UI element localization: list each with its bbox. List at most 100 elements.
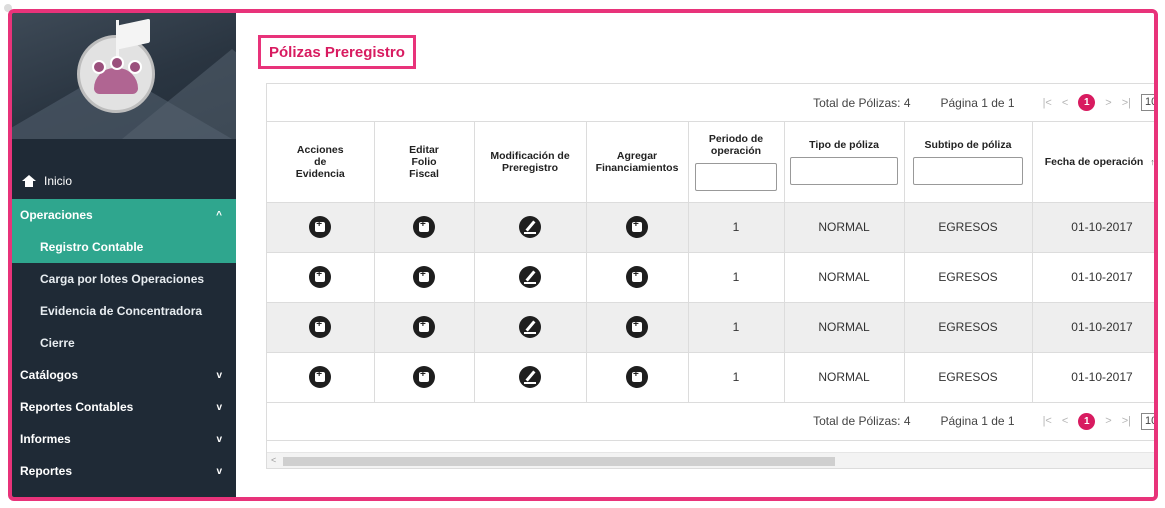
- cell-periodo: 1: [688, 202, 785, 253]
- sidebar: Inicio Operaciones ^ Registro Contable C…: [12, 13, 236, 497]
- column-header-editar-folio: Editar Folio Fiscal: [374, 122, 475, 203]
- cell-subtipo: EGRESOS: [904, 352, 1033, 403]
- main-content: Pólizas Preregistro Total de Pólizas: 4 …: [236, 13, 1154, 497]
- column-header-financiamientos: Agregar Financiamientos: [586, 122, 689, 203]
- sidebar-group-label: Reportes Contables: [20, 400, 134, 414]
- sidebar-item-inicio[interactable]: Inicio: [12, 163, 236, 199]
- sidebar-group-catalogos[interactable]: Catálogos v: [12, 359, 236, 391]
- sidebar-group-label: Operaciones: [20, 208, 93, 222]
- cell-subtipo: EGRESOS: [904, 252, 1033, 303]
- pager-bottom: Total de Pólizas: 4 Página 1 de 1 |< < 1…: [267, 403, 1154, 441]
- last-page-button[interactable]: >|: [1122, 97, 1131, 109]
- page-title: Pólizas Preregistro: [258, 35, 416, 69]
- cell-fecha: 01-10-2017: [1032, 302, 1154, 353]
- evidence-action-icon[interactable]: [309, 366, 332, 388]
- cell-tipo: NORMAL: [784, 202, 905, 253]
- chevron-down-icon: v: [216, 465, 222, 477]
- chevron-down-icon: v: [216, 433, 222, 445]
- cell-periodo: 1: [688, 302, 785, 353]
- logo-banner: [12, 13, 236, 139]
- highlight-frame: Inicio Operaciones ^ Registro Contable C…: [8, 9, 1158, 501]
- evidence-action-icon[interactable]: [309, 316, 332, 338]
- sidebar-group-reportes-contables[interactable]: Reportes Contables v: [12, 391, 236, 423]
- sidebar-item-cierre[interactable]: Cierre: [12, 327, 236, 359]
- table-row: 1 NORMAL EGRESOS 01-10-2017: [267, 252, 1154, 303]
- page-indicator: Página 1 de 1: [940, 414, 1015, 428]
- add-financing-icon[interactable]: [626, 216, 648, 238]
- column-header-subtipo: Subtipo de póliza: [904, 122, 1033, 203]
- cell-subtipo: EGRESOS: [904, 302, 1033, 353]
- page-size-select[interactable]: 10: [1141, 412, 1154, 430]
- cell-subtipo: EGRESOS: [904, 202, 1033, 253]
- add-financing-icon[interactable]: [626, 266, 648, 288]
- cell-fecha: 01-10-2017: [1032, 352, 1154, 403]
- sidebar-group-label: Catálogos: [20, 368, 79, 382]
- edit-pencil-icon[interactable]: [519, 316, 541, 338]
- total-count: Total de Pólizas: 4: [813, 414, 911, 428]
- sidebar-group-label: Informes: [20, 432, 71, 446]
- column-header-tipo: Tipo de póliza: [784, 122, 905, 203]
- cell-fecha: 01-10-2017: [1032, 202, 1154, 253]
- cell-tipo: NORMAL: [784, 302, 905, 353]
- edit-pencil-icon[interactable]: [519, 366, 541, 388]
- sidebar-item-registro-contable[interactable]: Registro Contable: [12, 231, 236, 263]
- prev-page-button[interactable]: <: [1062, 415, 1068, 427]
- sidebar-group-label: Reportes: [20, 464, 73, 478]
- total-count: Total de Pólizas: 4: [813, 95, 911, 110]
- edit-folio-icon[interactable]: [413, 366, 435, 388]
- next-page-button[interactable]: >: [1105, 415, 1111, 427]
- sidebar-item-evidencia-concentradora[interactable]: Evidencia de Concentradora: [12, 295, 236, 327]
- chevron-up-icon: ^: [216, 209, 222, 221]
- cell-tipo: NORMAL: [784, 352, 905, 403]
- first-page-button[interactable]: |<: [1043, 97, 1052, 109]
- edit-pencil-icon[interactable]: [519, 266, 541, 288]
- sidebar-group-operaciones[interactable]: Operaciones ^: [12, 199, 236, 231]
- evidence-action-icon[interactable]: [309, 216, 332, 238]
- scroll-left-icon[interactable]: <: [271, 455, 276, 465]
- polizas-table: Acciones de Evidencia Editar Folio Fisca…: [267, 122, 1154, 403]
- sidebar-group-informes[interactable]: Informes v: [12, 423, 236, 455]
- column-header-acciones-evidencia: Acciones de Evidencia: [267, 122, 375, 203]
- sidebar-group-reportes[interactable]: Reportes v: [12, 455, 236, 487]
- tipo-filter-input[interactable]: [790, 156, 898, 185]
- sidebar-nav: Inicio Operaciones ^ Registro Contable C…: [12, 163, 236, 487]
- first-page-button[interactable]: |<: [1043, 415, 1052, 427]
- cell-periodo: 1: [688, 252, 785, 303]
- edit-pencil-icon[interactable]: [519, 216, 541, 238]
- sidebar-item-carga-por-lotes[interactable]: Carga por lotes Operaciones: [12, 263, 236, 295]
- cell-tipo: NORMAL: [784, 252, 905, 303]
- page-size-select[interactable]: 10: [1141, 94, 1154, 111]
- current-page-button[interactable]: 1: [1078, 412, 1096, 430]
- edit-folio-icon[interactable]: [413, 316, 435, 338]
- pager-top: Total de Pólizas: 4 Página 1 de 1 |< < 1…: [267, 84, 1154, 122]
- table-row: 1 NORMAL EGRESOS 01-10-2017: [267, 302, 1154, 353]
- home-icon: [22, 175, 36, 187]
- table-header-row: Acciones de Evidencia Editar Folio Fisca…: [267, 122, 1154, 203]
- next-page-button[interactable]: >: [1105, 97, 1111, 109]
- cell-periodo: 1: [688, 352, 785, 403]
- horizontal-scrollbar[interactable]: <: [267, 452, 1154, 468]
- table-row: 1 NORMAL EGRESOS 01-10-2017: [267, 352, 1154, 403]
- scrollbar-thumb[interactable]: [283, 457, 835, 466]
- add-financing-icon[interactable]: [626, 366, 648, 388]
- polizas-table-card: Total de Pólizas: 4 Página 1 de 1 |< < 1…: [266, 83, 1154, 469]
- add-financing-icon[interactable]: [626, 316, 648, 338]
- sort-icon[interactable]: ↑↓: [1150, 157, 1154, 167]
- column-header-fecha[interactable]: Fecha de operación ↑↓: [1032, 122, 1154, 203]
- column-header-modificacion: Modificación de Preregistro: [474, 122, 587, 203]
- chevron-down-icon: v: [216, 401, 222, 413]
- prev-page-button[interactable]: <: [1062, 97, 1068, 109]
- page-indicator: Página 1 de 1: [940, 95, 1015, 110]
- edit-folio-icon[interactable]: [413, 216, 435, 238]
- sidebar-item-label: Inicio: [44, 174, 73, 188]
- cell-fecha: 01-10-2017: [1032, 252, 1154, 303]
- column-header-periodo: Periodo de operación: [688, 122, 785, 203]
- current-page-button[interactable]: 1: [1078, 94, 1096, 111]
- app-logo: [77, 18, 155, 113]
- edit-folio-icon[interactable]: [413, 266, 435, 288]
- last-page-button[interactable]: >|: [1122, 415, 1131, 427]
- subtipo-filter-input[interactable]: [913, 156, 1023, 185]
- table-row: 1 NORMAL EGRESOS 01-10-2017: [267, 202, 1154, 253]
- evidence-action-icon[interactable]: [309, 266, 332, 288]
- periodo-filter-input[interactable]: [695, 162, 777, 191]
